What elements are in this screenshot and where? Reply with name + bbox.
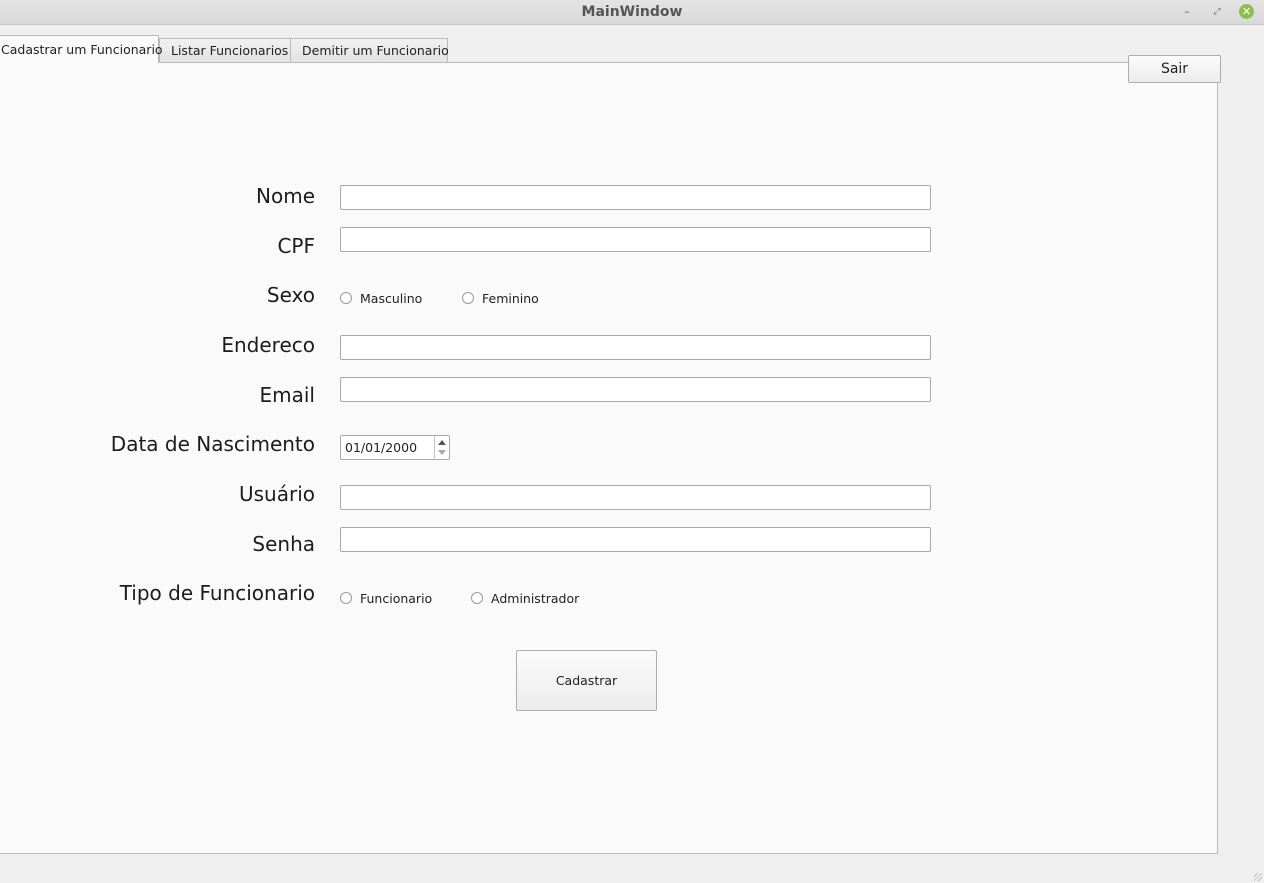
- nascimento-date-edit[interactable]: 01/01/2000: [340, 435, 450, 460]
- tab-cadastrar[interactable]: Cadastrar um Funcionario: [0, 35, 163, 63]
- cpf-label: CPF: [277, 234, 315, 258]
- date-spinner[interactable]: [434, 436, 449, 459]
- tipo-administrador-label: Administrador: [491, 591, 580, 606]
- endereco-label: Endereco: [221, 333, 315, 357]
- triangle-down-icon[interactable]: [438, 450, 446, 455]
- sexo-feminino-label: Feminino: [482, 291, 539, 306]
- senha-field[interactable]: [340, 527, 931, 552]
- radio-circle-icon[interactable]: [340, 292, 352, 304]
- sexo-label: Sexo: [266, 283, 315, 307]
- email-label: Email: [259, 383, 316, 407]
- usuario-field[interactable]: [340, 485, 931, 510]
- nascimento-label: Data de Nascimento: [110, 432, 315, 456]
- radio-circle-icon[interactable]: [462, 292, 474, 304]
- cadastrar-button[interactable]: Cadastrar: [516, 650, 657, 711]
- senha-label: Senha: [252, 532, 315, 556]
- tab-panel: [0, 62, 1218, 854]
- sair-button[interactable]: Sair: [1128, 55, 1221, 83]
- minimize-icon[interactable]: –: [1179, 4, 1195, 20]
- nome-field[interactable]: [340, 185, 931, 210]
- tipo-label: Tipo de Funcionario: [119, 581, 315, 605]
- radio-circle-icon[interactable]: [340, 592, 352, 604]
- nome-label: Nome: [256, 184, 315, 208]
- resize-grip-icon[interactable]: [1254, 873, 1262, 881]
- sexo-masculino-label: Masculino: [360, 291, 423, 306]
- email-field[interactable]: [340, 377, 931, 402]
- endereco-field[interactable]: [340, 335, 931, 360]
- tab-demitir[interactable]: Demitir um Funcionario: [290, 38, 449, 63]
- maximize-icon[interactable]: ⤢: [1209, 4, 1225, 20]
- title-bar: MainWindow – ⤢ ✕: [0, 0, 1264, 25]
- radio-circle-icon[interactable]: [471, 592, 483, 604]
- window-title: MainWindow: [581, 4, 683, 20]
- nascimento-value[interactable]: 01/01/2000: [345, 440, 417, 455]
- tipo-funcionario-label: Funcionario: [360, 591, 433, 606]
- tab-listar[interactable]: Listar Funcionarios: [159, 38, 291, 63]
- triangle-up-icon[interactable]: [438, 440, 446, 445]
- close-icon[interactable]: ✕: [1239, 4, 1254, 19]
- usuario-label: Usuário: [238, 482, 315, 506]
- cpf-field[interactable]: [340, 227, 931, 252]
